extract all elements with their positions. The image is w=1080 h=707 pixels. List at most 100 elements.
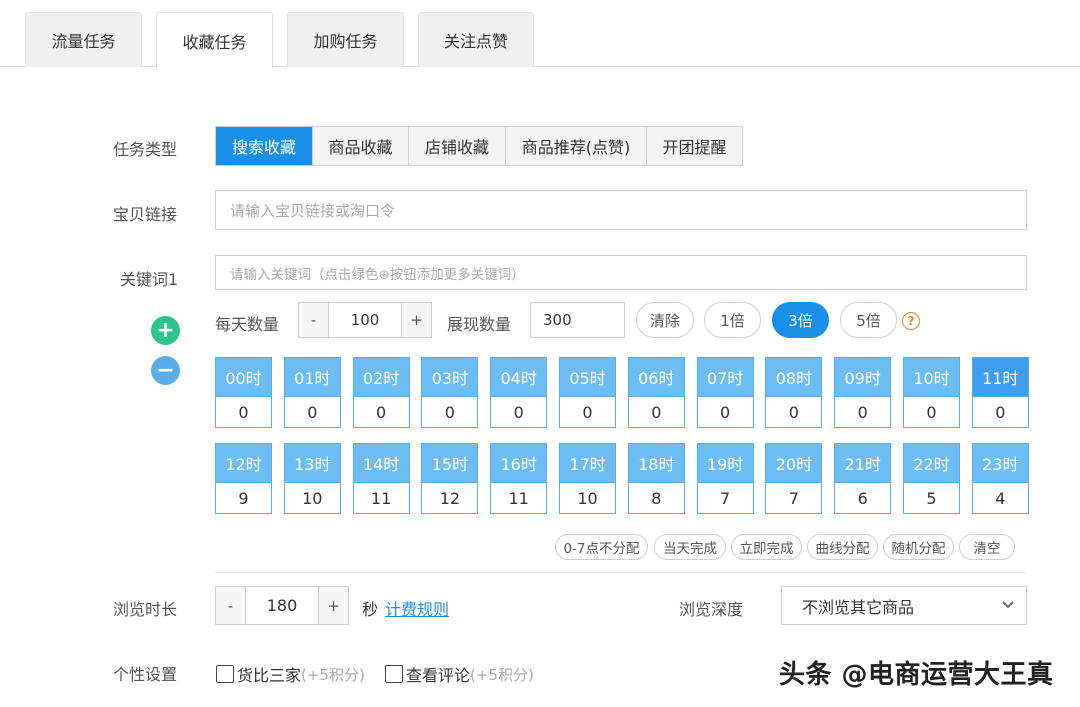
task-type-recommend-like[interactable]: 商品推荐(点赞): [506, 127, 647, 165]
hour-value-input[interactable]: 0: [835, 396, 891, 427]
hour-label[interactable]: 06时: [628, 358, 684, 396]
add-keyword-button[interactable]: +: [151, 316, 180, 345]
browse-duration-value[interactable]: 180: [246, 587, 318, 624]
review-checkbox[interactable]: [385, 665, 403, 683]
hour-label[interactable]: 11时: [972, 358, 1028, 396]
hour-value-input[interactable]: 0: [560, 396, 615, 427]
hour-label[interactable]: 22时: [904, 444, 959, 482]
multiplier-3x-button[interactable]: 3倍: [772, 302, 829, 338]
hour-cell: 09时 0: [834, 357, 892, 428]
hour-value-input[interactable]: 7: [766, 482, 822, 513]
minus-icon: −: [156, 357, 175, 383]
tab-follow-like[interactable]: 关注点赞: [418, 12, 534, 67]
hour-label[interactable]: 01时: [284, 358, 340, 396]
hour-value-input[interactable]: 12: [422, 482, 478, 513]
browse-increment-button[interactable]: +: [318, 587, 348, 624]
hour-value-input[interactable]: 0: [628, 396, 684, 427]
task-type-label: 任务类型: [113, 140, 178, 159]
multiplier-5x-button[interactable]: 5倍: [840, 302, 897, 338]
show-quantity-input[interactable]: 300: [530, 302, 625, 338]
keyword-label: 关键词1: [120, 270, 179, 289]
hour-value-input[interactable]: 10: [560, 482, 615, 513]
hour-cell: 11时 0: [971, 357, 1029, 428]
task-tabs: 流量任务 收藏任务 加购任务 关注点赞: [0, 0, 1080, 68]
hour-label[interactable]: 17时: [560, 444, 615, 482]
review-option[interactable]: 查看评论 (+5积分): [385, 662, 534, 686]
hour-label[interactable]: 03时: [422, 358, 478, 396]
task-type-group-reminder[interactable]: 开团提醒: [647, 127, 742, 165]
hour-value-input[interactable]: 6: [835, 482, 891, 513]
same-day-button[interactable]: 当天完成: [654, 534, 726, 560]
random-distribution-button[interactable]: 随机分配: [883, 534, 954, 560]
remove-keyword-button[interactable]: −: [151, 356, 180, 385]
tab-favorite[interactable]: 收藏任务: [156, 12, 273, 68]
hour-label[interactable]: 13时: [284, 444, 340, 482]
hour-label[interactable]: 05时: [560, 358, 615, 396]
hour-cell: 00时 0: [215, 357, 272, 428]
item-link-input[interactable]: 请输入宝贝链接或淘口令: [215, 190, 1027, 230]
browse-duration-stepper: - 180 +: [215, 586, 349, 625]
help-icon[interactable]: ?: [902, 312, 920, 330]
task-type-item-favorite[interactable]: 商品收藏: [313, 127, 409, 165]
review-option-label: 查看评论: [406, 666, 471, 685]
hour-value-input[interactable]: 9: [216, 482, 271, 513]
hour-value-input[interactable]: 0: [972, 396, 1028, 427]
immediate-button[interactable]: 立即完成: [731, 534, 802, 560]
browse-depth-select[interactable]: 不浏览其它商品: [781, 586, 1027, 625]
review-option-points: (+5积分): [470, 665, 534, 684]
hour-value-input[interactable]: 0: [353, 396, 409, 427]
hour-value-input[interactable]: 0: [216, 396, 271, 427]
hour-value-input[interactable]: 0: [491, 396, 547, 427]
fee-rules-link[interactable]: 计费规则: [385, 596, 449, 620]
hour-value-input[interactable]: 5: [904, 482, 959, 513]
hour-label[interactable]: 18时: [628, 444, 684, 482]
hour-value-input[interactable]: 0: [422, 396, 478, 427]
browse-decrement-button[interactable]: -: [216, 587, 246, 624]
hour-value-input[interactable]: 10: [284, 482, 340, 513]
hour-cell: 14时 11: [352, 443, 410, 514]
clear-all-button[interactable]: 清空: [959, 534, 1015, 560]
daily-quantity-value[interactable]: 100: [329, 303, 401, 337]
hour-label[interactable]: 00时: [216, 358, 271, 396]
multiplier-1x-button[interactable]: 1倍: [704, 302, 761, 338]
hour-label[interactable]: 20时: [766, 444, 822, 482]
daily-increment-button[interactable]: +: [401, 303, 431, 337]
hour-value-input[interactable]: 7: [697, 482, 753, 513]
hour-label[interactable]: 16时: [491, 444, 547, 482]
hour-label[interactable]: 07时: [697, 358, 753, 396]
hour-value-input[interactable]: 0: [697, 396, 753, 427]
hour-cell: 02时 0: [352, 357, 410, 428]
hour-label[interactable]: 19时: [697, 444, 753, 482]
hour-label[interactable]: 15时: [422, 444, 478, 482]
daily-decrement-button[interactable]: -: [299, 303, 329, 337]
hour-value-input[interactable]: 11: [353, 482, 409, 513]
hour-value-input[interactable]: 0: [904, 396, 959, 427]
hour-value-input[interactable]: 0: [284, 396, 340, 427]
show-quantity-label: 展现数量: [447, 315, 512, 334]
hour-label[interactable]: 12时: [216, 444, 271, 482]
task-type-shop-favorite[interactable]: 店铺收藏: [409, 127, 506, 165]
hour-label[interactable]: 10时: [904, 358, 959, 396]
watermark: 头条 @电商运营大王真: [779, 660, 1054, 690]
hour-label[interactable]: 08时: [766, 358, 822, 396]
hour-value-input[interactable]: 4: [972, 482, 1028, 513]
hour-label[interactable]: 23时: [972, 444, 1028, 482]
hour-value-input[interactable]: 11: [491, 482, 547, 513]
curve-distribution-button[interactable]: 曲线分配: [807, 534, 878, 560]
clear-button[interactable]: 清除: [636, 302, 694, 338]
hour-label[interactable]: 21时: [835, 444, 891, 482]
hour-value-input[interactable]: 8: [628, 482, 684, 513]
hour-label[interactable]: 09时: [835, 358, 891, 396]
tab-traffic[interactable]: 流量任务: [25, 12, 142, 67]
hour-label[interactable]: 14时: [353, 444, 409, 482]
hour-value-input[interactable]: 0: [766, 396, 822, 427]
hour-label[interactable]: 02时: [353, 358, 409, 396]
keyword-input[interactable]: 请输入关键词（点击绿色⊕按钮添加更多关键词）: [215, 255, 1027, 290]
no-0-7-button[interactable]: 0-7点不分配: [555, 534, 648, 560]
task-type-search-favorite[interactable]: 搜索收藏: [216, 127, 313, 165]
compare-option[interactable]: 货比三家 (+5积分): [216, 662, 365, 686]
hour-cell: 10时 0: [903, 357, 960, 428]
compare-checkbox[interactable]: [216, 665, 234, 683]
tab-add-cart[interactable]: 加购任务: [287, 12, 404, 67]
hour-label[interactable]: 04时: [491, 358, 547, 396]
